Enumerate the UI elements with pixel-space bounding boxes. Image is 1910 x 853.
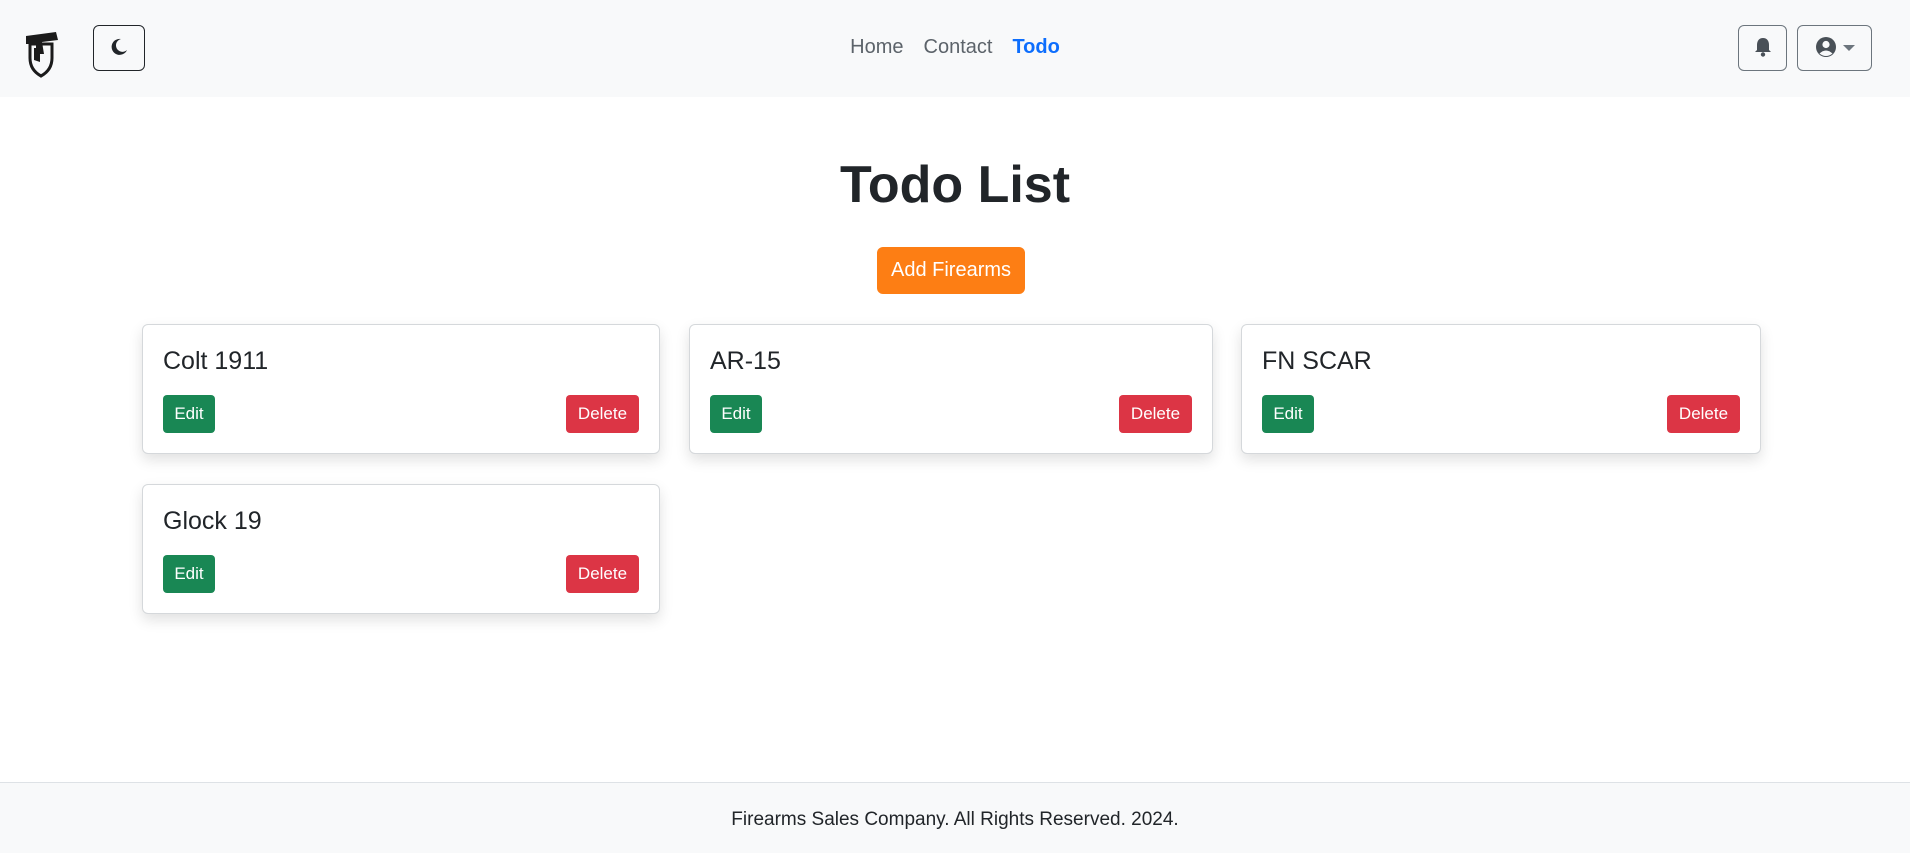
- delete-button[interactable]: Delete: [1667, 395, 1740, 433]
- navbar: Home Contact Todo: [0, 0, 1910, 97]
- edit-button[interactable]: Edit: [163, 395, 215, 433]
- delete-button[interactable]: Delete: [566, 395, 639, 433]
- card-title: AR-15: [710, 347, 781, 375]
- nav-link-contact[interactable]: Contact: [924, 36, 993, 59]
- todo-card: Colt 1911 Edit Delete: [142, 324, 660, 454]
- footer-copyright: Firearms Sales Company. All Rights Reser…: [731, 809, 1179, 830]
- main-nav: Home Contact Todo: [0, 36, 1910, 59]
- footer: Firearms Sales Company. All Rights Reser…: [0, 782, 1910, 853]
- card-title: FN SCAR: [1262, 347, 1372, 375]
- page-title: Todo List: [839, 156, 1071, 214]
- bell-icon: [1754, 37, 1772, 60]
- todo-card: FN SCAR Edit Delete: [1241, 324, 1761, 454]
- card-title: Colt 1911: [163, 347, 269, 375]
- edit-button[interactable]: Edit: [1262, 395, 1314, 433]
- add-firearms-button[interactable]: Add Firearms: [877, 247, 1025, 294]
- delete-button[interactable]: Delete: [566, 555, 639, 593]
- card-title: Glock 19: [163, 507, 262, 535]
- chevron-down-icon: [1842, 45, 1855, 51]
- todo-card: Glock 19 Edit Delete: [142, 484, 660, 614]
- user-menu-button[interactable]: [1797, 25, 1872, 71]
- edit-button[interactable]: Edit: [710, 395, 762, 433]
- delete-button[interactable]: Delete: [1119, 395, 1192, 433]
- todo-card: AR-15 Edit Delete: [689, 324, 1213, 454]
- nav-link-home[interactable]: Home: [850, 36, 903, 59]
- edit-button[interactable]: Edit: [163, 555, 215, 593]
- nav-link-todo[interactable]: Todo: [1012, 36, 1059, 59]
- notifications-button[interactable]: [1738, 25, 1787, 71]
- user-circle-icon: [1815, 36, 1837, 61]
